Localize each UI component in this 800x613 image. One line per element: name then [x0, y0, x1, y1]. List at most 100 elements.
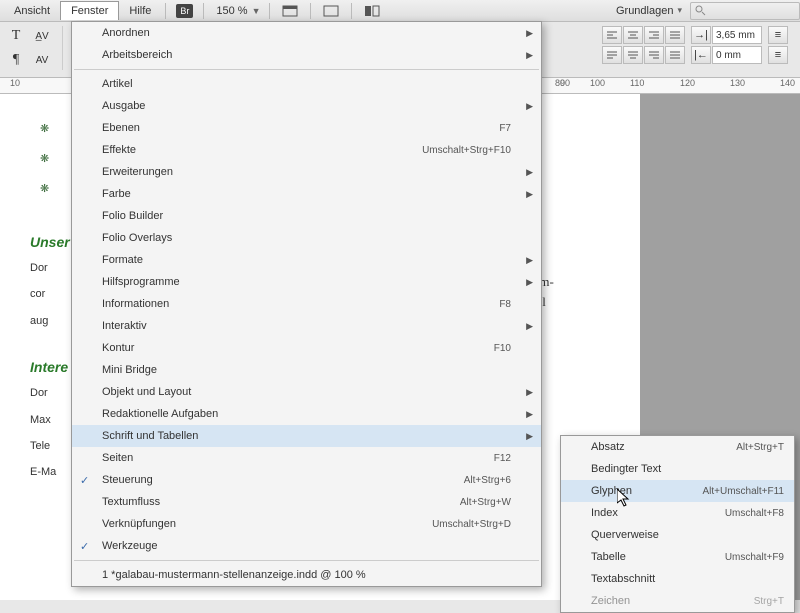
menu-ebenen[interactable]: EbenenF7	[72, 117, 541, 139]
align-center-icon[interactable]	[623, 26, 643, 44]
menu-mini-bridge[interactable]: Mini Bridge	[72, 359, 541, 381]
arrange-icon[interactable]	[360, 2, 384, 20]
menu-erweiterungen[interactable]: Erweiterungen▶	[72, 161, 541, 183]
menu-hilfe[interactable]: Hilfe	[119, 2, 161, 20]
submenu-zeichen[interactable]: ZeichenStrg+T	[561, 590, 794, 612]
submenu-absatz[interactable]: AbsatzAlt+Strg+T	[561, 436, 794, 458]
fenster-menu: Anordnen▶ Arbeitsbereich▶ Artikel Ausgab…	[71, 21, 542, 587]
submenu-bedingter-text[interactable]: Bedingter Text	[561, 458, 794, 480]
para-format-icon[interactable]: ¶	[4, 50, 28, 70]
menu-separator	[74, 560, 539, 561]
menu-schrift-tabellen[interactable]: Schrift und Tabellen▶	[72, 425, 541, 447]
menu-kontur[interactable]: KonturF10	[72, 337, 541, 359]
chevron-right-icon: ▶	[526, 50, 533, 61]
ruler-tick: 120	[680, 78, 695, 88]
menu-verknuepfungen[interactable]: VerknüpfungenUmschalt+Strg+D	[72, 513, 541, 535]
indent-left-icon[interactable]: →|	[691, 26, 711, 44]
bridge-icon[interactable]: Br	[176, 4, 193, 18]
check-icon: ✓	[80, 540, 89, 553]
menu-open-document[interactable]: 1 *galabau-mustermann-stellenanzeige.ind…	[72, 564, 541, 586]
align-justify-center-icon[interactable]	[623, 46, 643, 64]
chevron-right-icon: ▶	[526, 409, 533, 420]
search-icon	[695, 5, 706, 16]
menu-textumfluss[interactable]: TextumflussAlt+Strg+W	[72, 491, 541, 513]
chevron-right-icon: ▶	[526, 387, 533, 398]
menubar-separator	[310, 3, 311, 19]
flower-icon: ❋	[40, 122, 49, 135]
spacing-field[interactable]: 0 mm	[712, 46, 762, 64]
indent-right-icon[interactable]: |←	[691, 46, 711, 64]
menu-artikel[interactable]: Artikel	[72, 73, 541, 95]
ruler-tick: 10	[10, 78, 20, 88]
menu-ansicht[interactable]: Ansicht	[4, 2, 60, 20]
align-toward-spine-icon[interactable]	[665, 46, 685, 64]
chevron-right-icon: ▶	[526, 189, 533, 200]
menubar: Ansicht Fenster Hilfe Br 150 % ▼ Grundla…	[0, 0, 800, 22]
doc-text: E-Ma	[30, 466, 56, 478]
submenu-glyphen[interactable]: GlyphenAlt+Umschalt+F11	[561, 480, 794, 502]
align-justify-icon[interactable]	[665, 26, 685, 44]
submenu-index[interactable]: IndexUmschalt+F8	[561, 502, 794, 524]
type-tool-icon[interactable]: T	[4, 26, 28, 46]
menu-formate[interactable]: Formate▶	[72, 249, 541, 271]
menu-arbeitsbereich[interactable]: Arbeitsbereich▶	[72, 44, 541, 66]
menu-werkzeuge[interactable]: ✓Werkzeuge	[72, 535, 541, 557]
menu-seiten[interactable]: SeitenF12	[72, 447, 541, 469]
flower-icon: ❋	[40, 182, 49, 195]
flower-icon: ❋	[40, 152, 49, 165]
menu-interaktiv[interactable]: Interaktiv▶	[72, 315, 541, 337]
doc-text: Dor	[30, 387, 48, 399]
check-icon: ✓	[80, 474, 89, 487]
chevron-right-icon: ▶	[526, 255, 533, 266]
menu-redaktionelle[interactable]: Redaktionelle Aufgaben▶	[72, 403, 541, 425]
chevron-right-icon: ▶	[526, 101, 533, 112]
menu-folio-overlays[interactable]: Folio Overlays	[72, 227, 541, 249]
search-input[interactable]	[690, 2, 800, 20]
doc-text: cor	[30, 288, 45, 300]
workspace-label: Grundlagen	[616, 5, 674, 17]
menu-folio-builder[interactable]: Folio Builder	[72, 205, 541, 227]
menu-ausgabe[interactable]: Ausgabe▶	[72, 95, 541, 117]
char-format-icon[interactable]: A̲V	[30, 26, 54, 46]
align-justify-left-icon[interactable]	[602, 46, 622, 64]
doc-text: Tele	[30, 440, 50, 452]
chevron-right-icon: ▶	[526, 28, 533, 39]
chevron-right-icon: ▶	[526, 277, 533, 288]
menubar-separator	[165, 3, 166, 19]
align-left-icon[interactable]	[602, 26, 622, 44]
menu-anordnen[interactable]: Anordnen▶	[72, 22, 541, 44]
menu-fenster[interactable]: Fenster	[60, 1, 119, 20]
menu-separator	[74, 69, 539, 70]
align-right-icon[interactable]	[644, 26, 664, 44]
ruler-tick: 90	[560, 78, 570, 88]
last-line-indent-icon[interactable]: ≡	[768, 46, 788, 64]
ruler-tick: 100	[590, 78, 605, 88]
ruler-tick: 140	[780, 78, 795, 88]
menu-farbe[interactable]: Farbe▶	[72, 183, 541, 205]
menu-effekte[interactable]: EffekteUmschalt+Strg+F10	[72, 139, 541, 161]
menu-hilfsprogramme[interactable]: Hilfsprogramme▶	[72, 271, 541, 293]
align-justify-right-icon[interactable]	[644, 46, 664, 64]
submenu-tabelle[interactable]: TabelleUmschalt+F9	[561, 546, 794, 568]
workspace-switcher[interactable]: Grundlagen ▾	[616, 5, 682, 17]
first-line-indent-icon[interactable]: ≡	[768, 26, 788, 44]
menu-steuerung[interactable]: ✓SteuerungAlt+Strg+6	[72, 469, 541, 491]
kerning-icon[interactable]: AV	[30, 50, 54, 70]
chevron-down-icon: ▼	[252, 6, 261, 16]
screen-mode-icon[interactable]	[278, 2, 302, 20]
chevron-right-icon: ▶	[526, 321, 533, 332]
doc-text: Dor	[30, 262, 48, 274]
menu-informationen[interactable]: InformationenF8	[72, 293, 541, 315]
submenu-querverweise[interactable]: Querverweise	[561, 524, 794, 546]
ruler-tick: 110	[630, 78, 644, 88]
ruler-tick: 130	[730, 78, 745, 88]
view-mode-icon[interactable]	[319, 2, 343, 20]
zoom-dropdown[interactable]: 150 % ▼	[216, 5, 264, 17]
menu-objekt-layout[interactable]: Objekt und Layout▶	[72, 381, 541, 403]
chevron-down-icon: ▾	[677, 5, 682, 16]
chevron-right-icon: ▶	[526, 167, 533, 178]
submenu-textabschnitt[interactable]: Textabschnitt	[561, 568, 794, 590]
indent-field[interactable]: 3,65 mm	[712, 26, 762, 44]
zoom-value: 150 %	[216, 5, 247, 17]
chevron-right-icon: ▶	[526, 431, 533, 442]
